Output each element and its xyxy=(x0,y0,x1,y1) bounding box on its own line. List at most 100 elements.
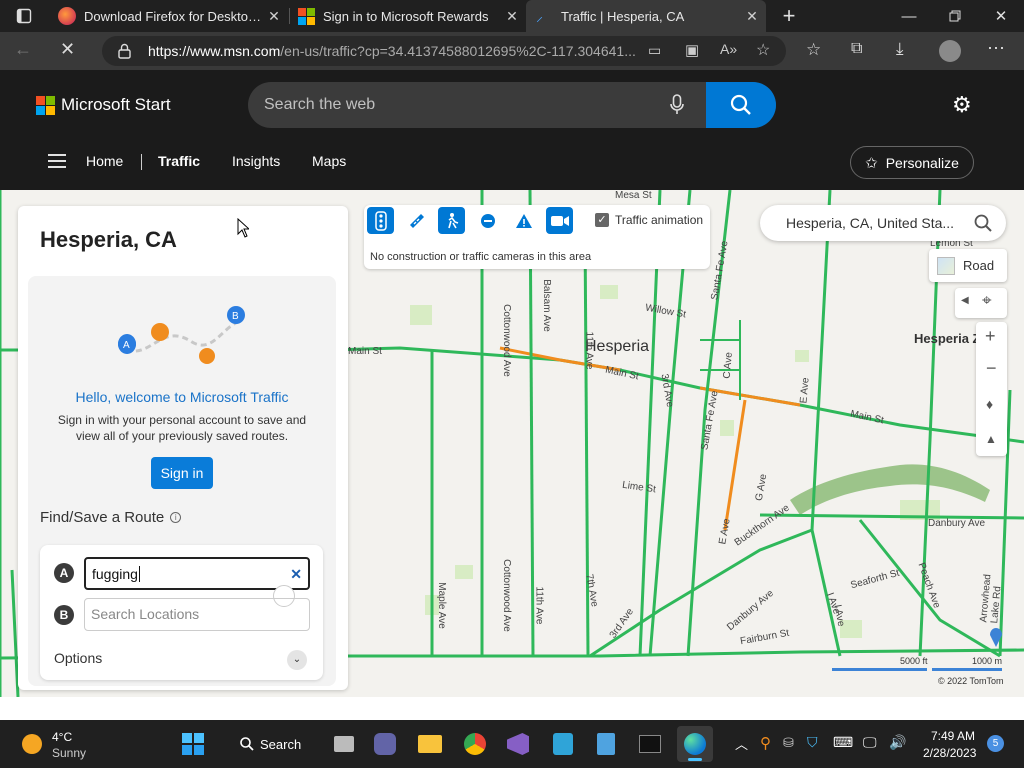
no-entry-icon[interactable] xyxy=(474,207,501,234)
settings-gear-icon[interactable]: ⚙ xyxy=(952,92,972,118)
street-label: Cottonwood Ave xyxy=(500,304,512,377)
zoom-controls: + − ♦ ▲ xyxy=(976,322,1007,456)
show-hidden-icons-chevron-icon[interactable]: ︿ xyxy=(735,734,748,753)
microphone-icon[interactable] xyxy=(670,94,684,121)
tab-traffic[interactable]: ⸝ Traffic | Hesperia, CA ✕ xyxy=(526,0,766,32)
collections-icon[interactable]: ⧉ xyxy=(851,40,862,58)
clock-time[interactable]: 7:49 AM xyxy=(931,729,975,743)
downloads-icon[interactable]: ⤓ xyxy=(896,39,904,59)
construction-icon[interactable] xyxy=(438,207,465,234)
start-menu-icon[interactable] xyxy=(175,726,211,762)
tray-app-icon[interactable]: ⚲ xyxy=(760,734,771,752)
close-tab-icon[interactable]: ✕ xyxy=(504,8,520,24)
nav-insights[interactable]: Insights xyxy=(232,153,280,169)
azure-data-studio-icon[interactable] xyxy=(545,726,581,762)
map-search-box[interactable]: Hesperia, CA, United Sta... xyxy=(760,205,1006,241)
url-field[interactable]: https://www.msn.com/en-us/traffic?cp=34.… xyxy=(102,36,786,66)
tab-bar: Download Firefox for Desktop — ✕ Sign in… xyxy=(0,0,1024,32)
notepad-icon[interactable] xyxy=(588,726,624,762)
start-location-input[interactable]: fugging ✕ xyxy=(84,557,310,590)
tab-actions-icon[interactable] xyxy=(0,0,48,32)
chrome-icon[interactable] xyxy=(457,726,493,762)
traffic-animation-toggle[interactable]: ✓ Traffic animation xyxy=(595,213,703,227)
chevron-down-icon[interactable]: ⌄ xyxy=(287,650,307,670)
url-path: /en-us/traffic?cp=34.41374588012695%2C-1… xyxy=(280,43,636,59)
info-icon[interactable]: i xyxy=(170,512,182,523)
zoom-in-icon[interactable]: + xyxy=(985,326,996,347)
sparkle-icon: ✩ xyxy=(865,154,878,172)
profile-avatar[interactable] xyxy=(939,40,961,62)
minimize-icon[interactable]: — xyxy=(886,0,932,32)
teams-chat-icon[interactable] xyxy=(367,726,403,762)
street-label: 11th Ave xyxy=(533,586,545,625)
brand-logo[interactable]: Microsoft Start xyxy=(36,95,171,115)
taskbar-search-button[interactable]: Search xyxy=(230,730,318,758)
map-search-input[interactable]: Hesperia, CA, United Sta... xyxy=(786,215,954,231)
visual-studio-icon[interactable] xyxy=(500,726,536,762)
back-icon[interactable]: ← xyxy=(14,39,32,60)
panel-title: Hesperia, CA xyxy=(40,227,177,252)
nav-maps[interactable]: Maps xyxy=(312,153,346,169)
sun-weather-icon[interactable] xyxy=(22,734,42,754)
locate-me-icon[interactable]: ⌖ xyxy=(982,291,992,311)
app-available-icon[interactable]: ▭ xyxy=(648,42,661,59)
tray-drive-icon[interactable]: ⛁ xyxy=(783,735,794,751)
tab-firefox[interactable]: Download Firefox for Desktop — ✕ xyxy=(50,0,288,32)
weather-temp: 4°C xyxy=(52,730,73,744)
compass-icon[interactable]: ♦ xyxy=(986,396,993,412)
nav-home[interactable]: Home xyxy=(86,153,123,169)
search-button[interactable] xyxy=(706,82,776,128)
road-closure-icon[interactable] xyxy=(403,207,430,234)
more-menu-icon[interactable]: ⋯ xyxy=(987,38,1005,59)
firefox-icon xyxy=(58,7,76,25)
stop-loading-icon[interactable]: ✕ xyxy=(60,39,75,60)
tray-security-icon[interactable]: ⛉ xyxy=(807,734,818,751)
file-explorer-icon[interactable] xyxy=(412,726,448,762)
zoom-out-icon[interactable]: − xyxy=(986,358,997,379)
close-tab-icon[interactable]: ✕ xyxy=(266,8,282,24)
new-tab-icon[interactable]: + xyxy=(766,0,812,32)
search-icon xyxy=(730,94,751,115)
edge-browser-icon[interactable] xyxy=(677,726,713,762)
qr-code-icon[interactable]: ▣ xyxy=(685,41,699,59)
end-location-placeholder: Search Locations xyxy=(91,606,200,622)
favorites-icon[interactable]: ☆ xyxy=(806,40,821,60)
search-input[interactable]: Search the web xyxy=(264,96,375,114)
incident-warning-icon[interactable] xyxy=(510,207,537,234)
traffic-lights-icon[interactable] xyxy=(367,207,394,234)
search-icon xyxy=(240,737,254,751)
task-view-icon[interactable] xyxy=(326,726,362,762)
keyboard-icon[interactable]: ⌨ xyxy=(833,734,853,751)
tab-rewards[interactable]: Sign in to Microsoft Rewards ✕ xyxy=(290,0,526,32)
clear-input-icon[interactable]: ✕ xyxy=(290,559,302,590)
restore-icon[interactable] xyxy=(932,0,978,32)
notification-badge[interactable]: 5 xyxy=(987,735,1004,752)
nav-traffic[interactable]: Traffic xyxy=(158,153,200,169)
read-aloud-icon[interactable]: A» xyxy=(720,41,737,57)
sign-in-label: Sign in xyxy=(160,465,204,481)
web-search-box[interactable]: Search the web xyxy=(248,82,776,128)
options-toggle[interactable]: Options xyxy=(54,650,102,666)
svg-text:B: B xyxy=(232,311,239,322)
svg-text:A: A xyxy=(123,340,130,351)
street-label: Balsam Ave xyxy=(540,279,552,332)
clock-date[interactable]: 2/28/2023 xyxy=(923,746,976,760)
volume-icon[interactable]: 🔊 xyxy=(889,734,906,751)
search-icon[interactable] xyxy=(974,214,992,232)
map-style-label: Road xyxy=(963,258,995,273)
end-location-input[interactable]: Search Locations xyxy=(84,598,310,631)
tilt-icon[interactable]: ▲ xyxy=(985,432,997,446)
close-tab-icon[interactable]: ✕ xyxy=(744,8,760,24)
personalize-button[interactable]: ✩ Personalize xyxy=(850,146,974,179)
street-label: Main St xyxy=(348,346,382,357)
map-style-button[interactable]: Road xyxy=(929,249,1007,282)
add-favorite-icon[interactable]: ☆ xyxy=(756,40,770,60)
network-icon[interactable]: 🖵 xyxy=(863,734,877,751)
collapse-arrow-icon[interactable]: ◀ xyxy=(961,295,969,306)
mouse-cursor-icon xyxy=(237,217,251,243)
sign-in-button[interactable]: Sign in xyxy=(151,457,213,489)
traffic-camera-icon[interactable] xyxy=(546,207,573,234)
terminal-icon[interactable] xyxy=(632,726,668,762)
hamburger-menu-icon[interactable] xyxy=(48,154,66,173)
close-window-icon[interactable]: ✕ xyxy=(978,0,1024,32)
